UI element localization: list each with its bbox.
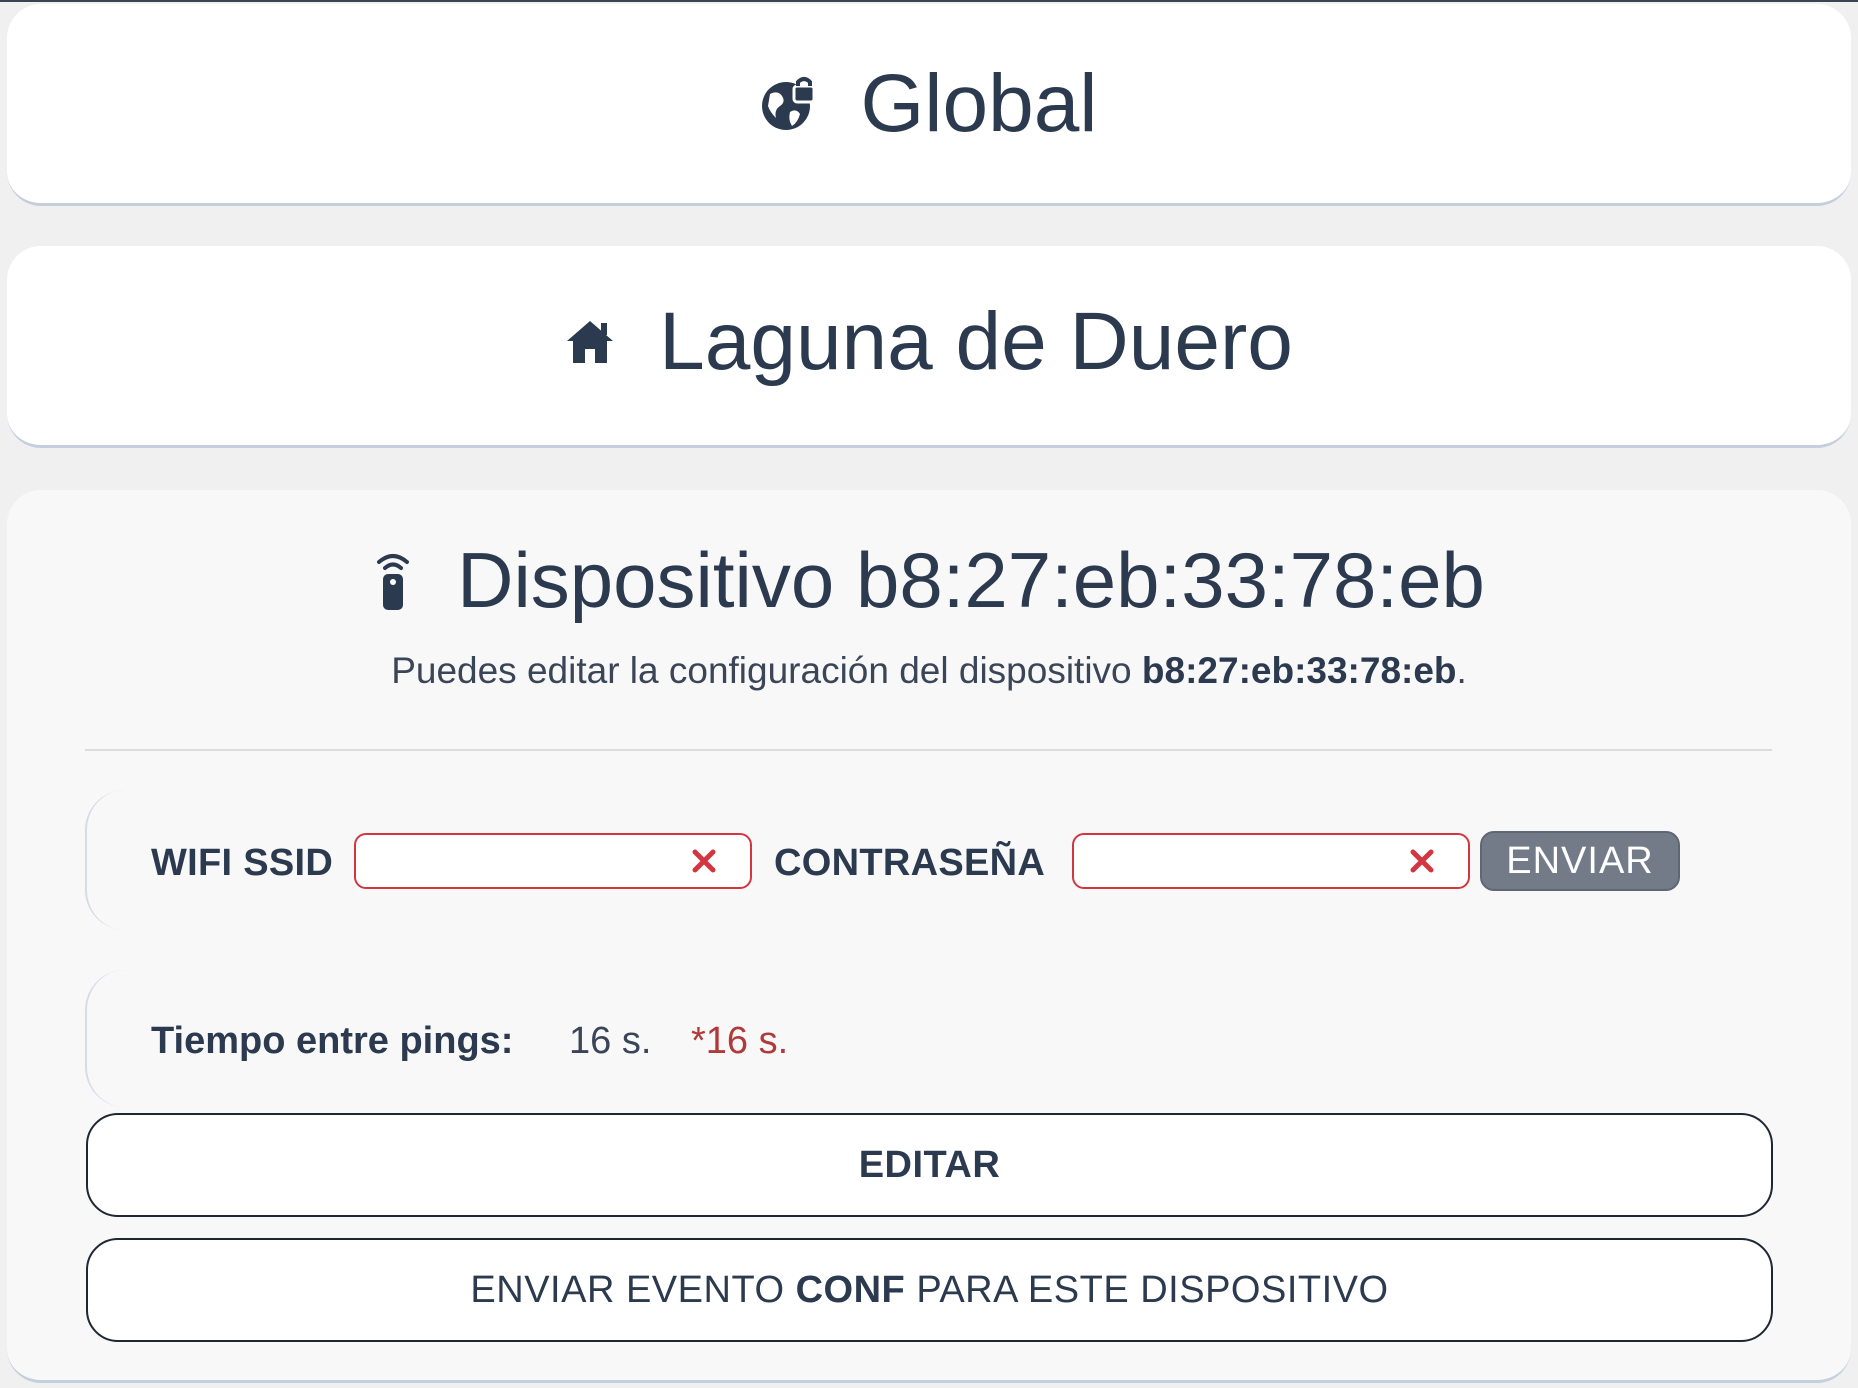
ssid-clear-icon[interactable] (690, 847, 718, 875)
send-conf-event-keyword: CONF (795, 1268, 906, 1311)
place-card[interactable]: Laguna de Duero (7, 246, 1851, 448)
device-card-title: Dispositivo b8:27:eb:33:78:eb (457, 535, 1485, 624)
device-subtitle-suffix: . (1456, 650, 1467, 691)
global-card[interactable]: Global (7, 4, 1851, 206)
global-card-title: Global (860, 58, 1098, 149)
device-card-title-row: Dispositivo b8:27:eb:33:78:eb (7, 530, 1851, 630)
ping-interval-label: Tiempo entre pings: (151, 1020, 514, 1062)
device-card: Dispositivo b8:27:eb:33:78:eb Puedes edi… (7, 490, 1851, 1383)
remote-device-icon (373, 548, 413, 612)
wifi-ssid-field[interactable] (354, 833, 752, 889)
ping-interval-pending-value: *16 s. (691, 1020, 789, 1062)
device-subtitle-prefix: Puedes editar la configuración del dispo… (391, 650, 1142, 691)
wifi-ssid-label: WIFI SSID (151, 842, 334, 884)
global-card-title-row: Global (7, 54, 1851, 154)
device-subtitle: Puedes editar la configuración del dispo… (7, 650, 1851, 692)
globe-lock-icon (760, 76, 816, 132)
wifi-ssid-input[interactable] (370, 843, 674, 883)
home-icon (565, 319, 615, 365)
place-card-title-row: Laguna de Duero (7, 292, 1851, 392)
send-conf-event-prefix: ENVIAR EVENTO (470, 1268, 785, 1311)
edit-button[interactable]: EDITAR (86, 1113, 1773, 1217)
device-subtitle-mac: b8:27:eb:33:78:eb (1141, 650, 1457, 691)
top-border (0, 0, 1858, 2)
password-clear-icon[interactable] (1408, 847, 1436, 875)
send-conf-event-button[interactable]: ENVIAR EVENTO CONF PARA ESTE DISPOSITIVO (86, 1238, 1773, 1342)
divider (85, 749, 1772, 751)
password-input[interactable] (1088, 843, 1392, 883)
place-card-title: Laguna de Duero (659, 296, 1293, 387)
send-wifi-button[interactable]: ENVIAR (1480, 831, 1680, 891)
send-conf-event-suffix: PARA ESTE DISPOSITIVO (916, 1268, 1389, 1311)
ping-interval-value: 16 s. (569, 1020, 652, 1062)
password-label: CONTRASEÑA (774, 842, 1046, 884)
password-field[interactable] (1072, 833, 1470, 889)
